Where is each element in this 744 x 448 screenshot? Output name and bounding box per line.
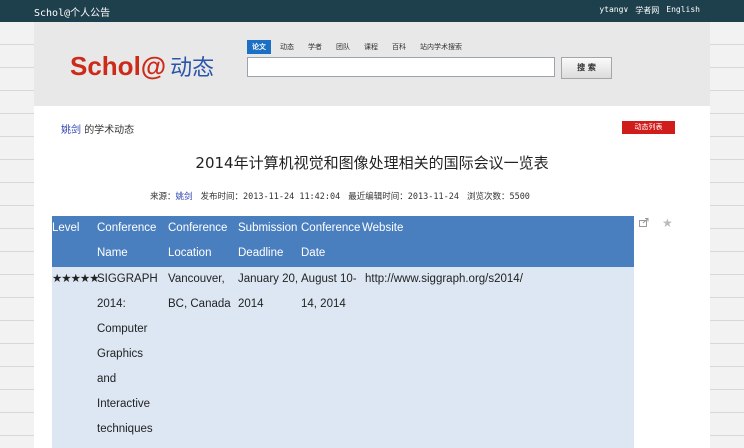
conf-name-line: techniques <box>97 423 153 435</box>
tab-wiki[interactable]: 百科 <box>387 40 411 54</box>
deadline-line: January 20, <box>238 273 299 285</box>
source-link[interactable]: 姚剑 <box>176 192 193 202</box>
tab-news[interactable]: 动态 <box>275 40 299 54</box>
header: Schol@ 动态 论文 动态 学者 团队 课程 百科 站内学术搜索 搜 索 <box>34 22 710 106</box>
top-bar-links: ytang∨ 学者网 English <box>599 5 700 16</box>
header-location-1: Conference <box>168 222 228 234</box>
header-date-2: Date <box>301 247 326 259</box>
tab-teams[interactable]: 团队 <box>331 40 355 54</box>
english-link[interactable]: English <box>666 5 700 16</box>
share-icon[interactable] <box>639 218 649 230</box>
scholar-link[interactable]: 学者网 <box>635 5 659 16</box>
user-name: ytang <box>599 5 624 14</box>
site-brand[interactable]: Schol@个人公告 <box>34 4 110 19</box>
search-tabs: 论文 动态 学者 团队 课程 百科 站内学术搜索 <box>247 40 467 54</box>
conf-name-line: SIGGRAPH <box>97 273 158 285</box>
header-deadline-2: Deadline <box>238 247 284 259</box>
author-line: 姚剑 的学术动态 <box>61 121 134 136</box>
right-gutter <box>710 22 744 448</box>
rating-stars: ★★★★★ <box>52 273 100 285</box>
conf-name-line: Computer <box>97 323 148 335</box>
header-level: Level <box>52 222 80 234</box>
author-suffix: 的学术动态 <box>84 125 135 136</box>
search-input[interactable] <box>247 57 555 77</box>
page-content: Schol@ 动态 论文 动态 学者 团队 课程 百科 站内学术搜索 搜 索 姚剑… <box>34 22 710 448</box>
news-list-button[interactable]: 动态列表 <box>622 121 675 134</box>
conf-name-line: Graphics <box>97 348 144 360</box>
header-website: Website <box>362 222 404 234</box>
tab-courses[interactable]: 课程 <box>359 40 383 54</box>
publish-time: 发布时间：2013-11-24 11:42:04 <box>200 192 341 202</box>
header-date-1: Conference <box>301 222 361 234</box>
conf-name-line: and <box>97 373 117 385</box>
logo-cn: 动态 <box>170 55 215 80</box>
source-info: 来源：姚剑 <box>150 190 193 202</box>
website-link[interactable]: http://www.siggraph.org/s2014/ <box>365 267 523 292</box>
header-name-1: Conference <box>97 222 157 234</box>
deadline-line: 2014 <box>238 298 264 310</box>
header-deadline-1: Submission <box>238 222 298 234</box>
logo[interactable]: Schol@ 动态 <box>70 50 214 82</box>
tab-papers[interactable]: 论文 <box>247 40 271 54</box>
tab-site-search[interactable]: 站内学术搜索 <box>415 40 467 54</box>
conf-date-line: August 10- <box>301 273 357 285</box>
left-gutter <box>0 22 34 448</box>
top-bar: Schol@个人公告 ytang∨ 学者网 English <box>0 0 744 22</box>
search-button[interactable]: 搜 索 <box>561 57 612 79</box>
article-meta: 来源：姚剑 发布时间：2013-11-24 11:42:04 最近编辑时间：20… <box>150 190 530 202</box>
source-label: 来源： <box>150 192 176 202</box>
star-icon[interactable]: ★ <box>662 216 673 230</box>
conf-name-line: Interactive <box>97 398 151 410</box>
edit-time: 最近编辑时间：2013-11-24 <box>348 192 459 202</box>
page-title: 2014年计算机视觉和图像处理相关的国际会议一览表 <box>195 154 549 172</box>
chevron-down-icon: ∨ <box>623 5 629 14</box>
user-menu[interactable]: ytang∨ <box>599 5 628 16</box>
table-header: Level Conference Name Conference Locatio… <box>52 216 634 267</box>
tab-scholars[interactable]: 学者 <box>303 40 327 54</box>
header-name-2: Name <box>97 247 128 259</box>
conf-location-line: Vancouver, <box>168 273 225 285</box>
conf-name-line: 2014: <box>97 298 126 310</box>
logo-text: Schol@ <box>70 51 167 81</box>
conf-date-line: 14, 2014 <box>301 298 346 310</box>
conf-location-line: BC, Canada <box>168 298 231 310</box>
author-link[interactable]: 姚剑 <box>61 125 81 136</box>
conference-table: Level Conference Name Conference Locatio… <box>52 216 634 448</box>
header-location-2: Location <box>168 247 212 259</box>
view-count: 浏览次数：5500 <box>466 192 530 202</box>
